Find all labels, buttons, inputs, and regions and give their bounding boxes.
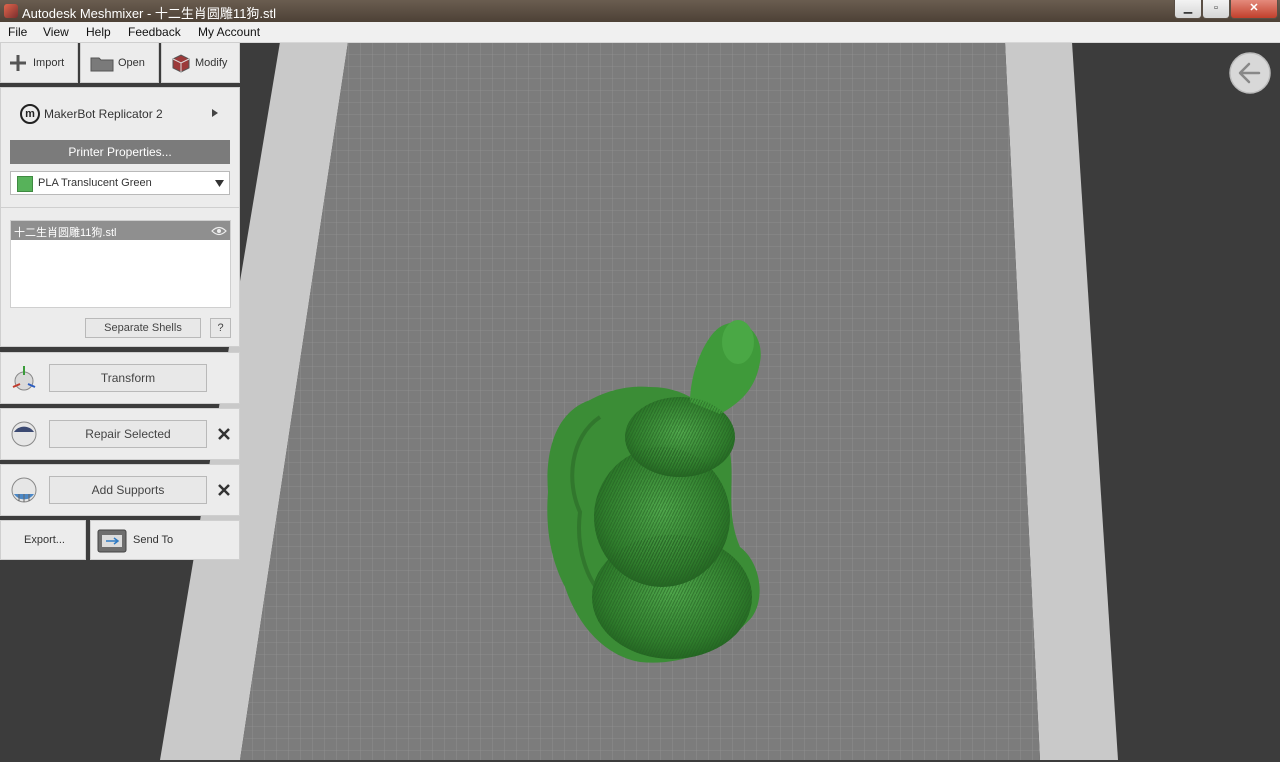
import-label: Import [33,57,65,69]
menu-file[interactable]: File [8,25,27,39]
send-to-button[interactable]: Send To [90,520,240,560]
supports-panel: Add Supports [0,464,240,516]
printer-send-icon [97,529,127,553]
export-label: Export... [24,534,65,546]
wrench-icon[interactable] [217,483,231,497]
help-button[interactable]: ? [210,318,231,338]
repair-selected-button[interactable]: Repair Selected [49,420,207,448]
send-to-label: Send To [133,534,174,546]
import-button[interactable]: Import [0,42,78,83]
title-bar: Autodesk Meshmixer - 十二生肖圆雕11狗.stl ▁ ▫ ✕ [0,0,1280,22]
modify-button[interactable]: Modify [161,42,240,83]
printer-properties-button[interactable]: Printer Properties... [10,140,230,164]
export-button[interactable]: Export... [0,520,86,560]
add-supports-button[interactable]: Add Supports [49,476,207,504]
back-button[interactable] [1229,52,1271,94]
menu-feedback[interactable]: Feedback [128,25,181,39]
modify-cube-icon [172,54,190,73]
menu-bar: File View Help Feedback My Account [0,22,1280,43]
material-color-swatch [17,176,33,192]
folder-icon [90,57,114,72]
makerbot-logo-icon: m [20,104,40,124]
meshmixer-logo-icon [4,4,18,18]
open-label: Open [118,57,145,69]
supports-sphere-icon [11,477,37,503]
object-list-item[interactable]: 十二生肖圆雕11狗.stl [11,221,230,240]
repair-sphere-icon [11,421,37,447]
plus-icon [10,55,26,71]
separate-shells-button[interactable]: Separate Shells [85,318,201,338]
object-list-panel: 十二生肖圆雕11狗.stl Separate Shells ? [0,207,240,347]
menu-view[interactable]: View [43,25,69,39]
model-snout [722,320,754,364]
wrench-icon[interactable] [217,427,231,441]
menu-help[interactable]: Help [86,25,111,39]
printer-name: MakerBot Replicator 2 [44,107,163,121]
material-select[interactable]: PLA Translucent Green [10,171,230,195]
material-name: PLA Translucent Green [38,177,152,189]
expand-arrow-icon[interactable] [211,109,219,117]
eye-icon[interactable] [211,226,227,236]
object-list: 十二生肖圆雕11狗.stl [10,220,231,308]
maximize-button[interactable]: ▫ [1202,0,1230,19]
close-button[interactable]: ✕ [1230,0,1278,19]
transform-button[interactable]: Transform [49,364,207,392]
left-panel: Import Open Modify m MakerBot Replicator… [0,42,242,762]
chevron-down-icon [215,180,224,187]
open-button[interactable]: Open [80,42,159,83]
menu-my-account[interactable]: My Account [198,25,260,39]
window-title: Autodesk Meshmixer - 十二生肖圆雕11狗.stl [22,6,277,21]
repair-panel: Repair Selected [0,408,240,460]
modify-label: Modify [195,57,228,69]
transform-gizmo-icon [12,366,36,391]
minimize-button[interactable]: ▁ [1174,0,1202,19]
transform-panel: Transform [0,352,240,404]
object-filename: 十二生肖圆雕11狗.stl [14,227,117,239]
